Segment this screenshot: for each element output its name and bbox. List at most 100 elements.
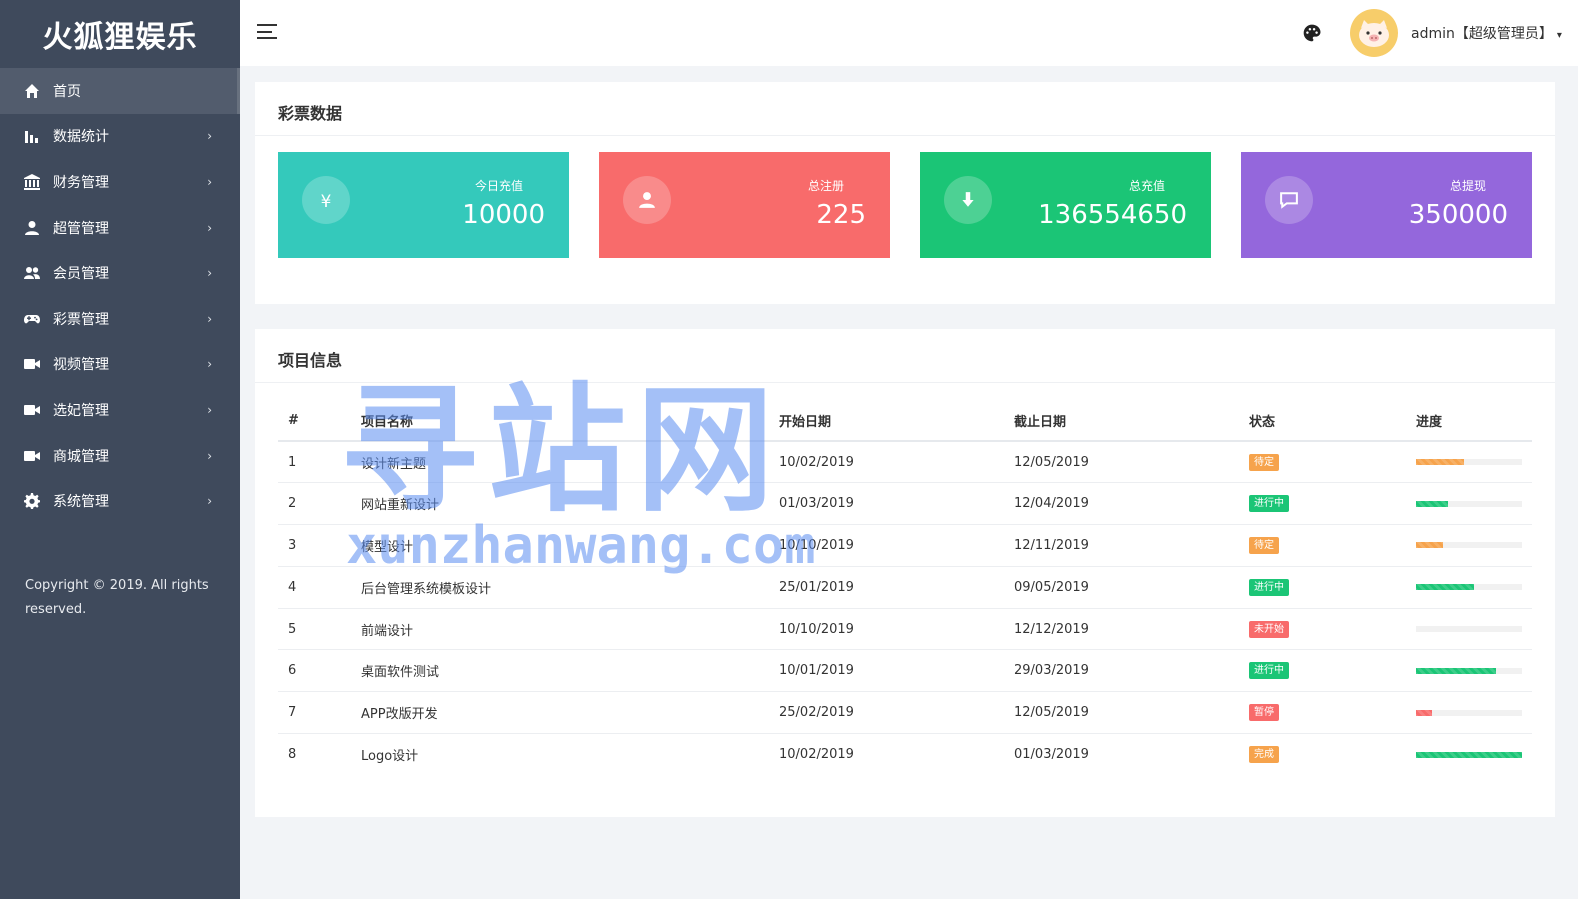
progress-cell (1406, 649, 1532, 693)
sidebar-item-4[interactable]: 会员管理 › (0, 250, 240, 296)
project-name: 前端设计 (351, 608, 769, 651)
table-row[interactable]: 6 桌面软件测试 10/01/2019 29/03/2019 进行中 (278, 649, 1532, 693)
gear-icon (23, 492, 41, 510)
end-date: 12/05/2019 (1004, 691, 1239, 735)
progress-cell (1406, 441, 1532, 484)
video-icon (23, 447, 41, 465)
palette-icon[interactable] (1302, 23, 1322, 43)
status-badge: 暂停 (1249, 704, 1279, 722)
user-icon (23, 219, 41, 237)
progress-fill (1416, 584, 1475, 591)
progress-bar (1416, 626, 1522, 633)
progress-bar (1416, 709, 1522, 716)
chevron-right-icon: › (207, 129, 212, 144)
progress-bar (1416, 667, 1522, 674)
gamepad-icon (23, 310, 41, 328)
stat-label: 今日充值 (474, 179, 523, 193)
stat-label: 总充值 (1128, 179, 1165, 193)
start-date: 01/03/2019 (769, 482, 1004, 526)
bar-chart-icon (23, 127, 41, 145)
avatar[interactable] (1350, 9, 1398, 57)
chevron-right-icon: › (207, 311, 212, 326)
video-icon (23, 401, 41, 419)
end-date: 12/05/2019 (1004, 441, 1239, 484)
row-number: 7 (278, 691, 351, 735)
stat-label: 总注册 (807, 179, 844, 193)
brand-logo[interactable]: 火狐狸娱乐 (0, 0, 240, 68)
progress-bar (1416, 500, 1522, 507)
column-header: 状态 (1239, 401, 1406, 442)
start-date: 10/02/2019 (779, 747, 854, 763)
table-row[interactable]: 7 APP改版开发 25/02/2019 12/05/2019 暂停 (278, 691, 1532, 735)
chevron-down-icon: ▾ (1556, 30, 1562, 41)
sidebar-item-6[interactable]: 视频管理 › (0, 342, 240, 388)
stat-card[interactable]: ¥ 今日充值 10000 (278, 152, 569, 258)
table-header-row: # 项目名称 开始日期 截止日期 状态 进度 (278, 401, 1532, 442)
status-badge: 未开始 (1249, 620, 1289, 638)
sidebar-item-0[interactable]: 首页 (0, 68, 240, 114)
video-icon (23, 355, 41, 373)
status-cell: 暂停 (1239, 691, 1406, 735)
sidebar-item-label: 首页 (53, 83, 81, 100)
bank-icon (23, 173, 41, 191)
users-icon (23, 264, 41, 282)
table-row[interactable]: 3 模型设计 10/10/2019 12/11/2019 待定 (278, 524, 1532, 567)
status-cell: 待定 (1239, 441, 1406, 484)
lottery-panel: 彩票数据 ¥ 今日充值 10000 总注册 225 总充值 136554650 总提现 3500… (255, 82, 1555, 304)
stat-card[interactable]: 总充值 136554650 (920, 152, 1211, 258)
status-cell: 进行中 (1239, 482, 1406, 526)
start-date: 10/01/2019 (769, 649, 1004, 693)
end-date: 29/03/2019 (1004, 649, 1239, 693)
status-cell: 待定 (1239, 524, 1406, 567)
table-row[interactable]: 8 Logo设计 10/02/2019 01/03/2019 完成 (278, 734, 1532, 776)
user-menu[interactable]: admin【超级管理员】 ▾ (1411, 23, 1562, 43)
chevron-right-icon: › (207, 494, 212, 509)
user-icon (623, 176, 671, 224)
table-row[interactable]: 5 前端设计 10/10/2019 12/12/2019 未开始 (278, 608, 1532, 651)
table-row[interactable]: 4 后台管理系统模板设计 25/01/2019 09/05/2019 进行中 (278, 566, 1532, 609)
sidebar-item-1[interactable]: 数据统计 › (0, 114, 240, 160)
column-header: # (278, 401, 351, 442)
column-header: 项目名称 (351, 401, 769, 442)
sidebar-item-5[interactable]: 彩票管理 › (0, 296, 240, 342)
start-date: 25/02/2019 (769, 691, 1004, 735)
row-number: 1 (278, 441, 351, 484)
chevron-right-icon: › (207, 357, 212, 372)
sidebar-item-8[interactable]: 商城管理 › (0, 433, 240, 479)
download-icon (944, 176, 992, 224)
stat-card[interactable]: 总提现 350000 (1241, 152, 1532, 258)
sidebar-item-2[interactable]: 财务管理 › (0, 159, 240, 205)
sidebar: 火狐狸娱乐 首页数据统计 › 财务管理 › 超管管理 › 会员管理 › 彩票管理 › 视频管理 › 选妃… (0, 0, 240, 899)
progress-fill (1416, 459, 1464, 466)
progress-cell (1406, 566, 1532, 609)
divider (255, 382, 1555, 383)
menu-toggle-icon[interactable] (257, 24, 277, 40)
project-name: Logo设计 (361, 749, 419, 765)
status-badge: 进行中 (1249, 578, 1289, 596)
chevron-right-icon: › (207, 174, 212, 189)
stat-value: 225 (816, 200, 866, 230)
sidebar-item-9[interactable]: 系统管理 › (0, 478, 240, 524)
row-number: 2 (278, 482, 351, 526)
table-row[interactable]: 2 网站重新设计 01/03/2019 12/04/2019 进行中 (278, 482, 1532, 526)
sidebar-item-3[interactable]: 超管管理 › (0, 205, 240, 251)
home-icon (23, 82, 41, 100)
chevron-right-icon: › (207, 402, 212, 417)
project-name: 设计新主题 (351, 441, 769, 484)
status-cell: 未开始 (1239, 608, 1406, 651)
end-date: 12/04/2019 (1004, 482, 1239, 526)
sidebar-item-7[interactable]: 选妃管理 › (0, 387, 240, 433)
status-cell: 进行中 (1239, 566, 1406, 609)
progress-cell (1406, 482, 1532, 526)
end-date: 12/11/2019 (1004, 524, 1239, 567)
stat-label: 总提现 (1449, 179, 1486, 193)
status-cell: 进行中 (1239, 649, 1406, 693)
row-number: 3 (278, 524, 351, 567)
stat-card[interactable]: 总注册 225 (599, 152, 890, 258)
projects-table: # 项目名称 开始日期 截止日期 状态 进度 1 设计新主题 10/02/2019 12/05/… (278, 401, 1532, 775)
progress-bar (1416, 459, 1522, 466)
table-body: 1 设计新主题 10/02/2019 12/05/2019 待定 2 网站重新设计 01/03… (278, 441, 1532, 775)
user-name-label: admin【超级管理员】 (1411, 26, 1553, 42)
table-row[interactable]: 1 设计新主题 10/02/2019 12/05/2019 待定 (278, 441, 1532, 484)
column-header: 进度 (1406, 401, 1532, 442)
